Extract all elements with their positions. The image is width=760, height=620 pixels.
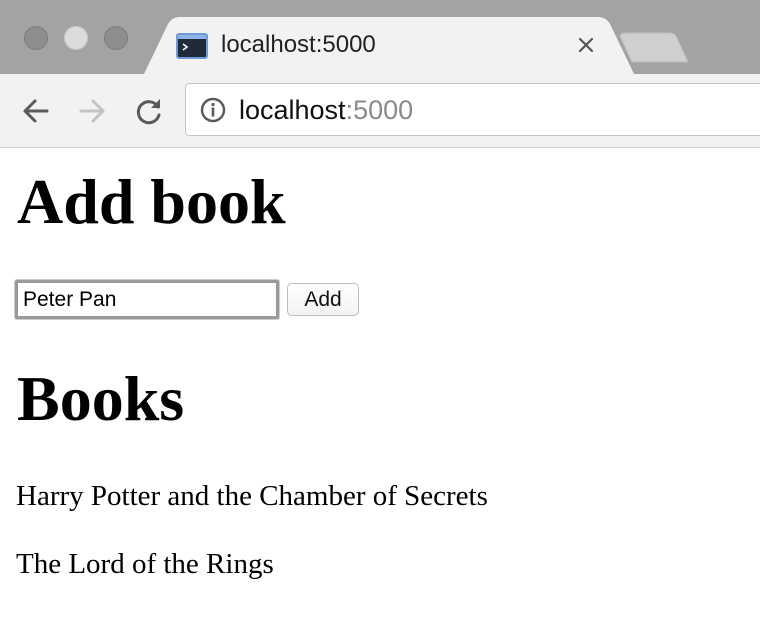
url-text[interactable]: localhost:5000 xyxy=(239,93,413,127)
close-icon[interactable] xyxy=(574,33,598,57)
add-button[interactable]: Add xyxy=(287,283,359,316)
tab-shapes xyxy=(144,17,689,74)
new-tab-button[interactable] xyxy=(619,32,689,63)
browser-toolbar: localhost:5000 xyxy=(0,74,760,148)
info-icon[interactable] xyxy=(200,97,226,123)
tab-title[interactable]: localhost:5000 xyxy=(221,30,376,60)
terminal-icon xyxy=(176,33,208,59)
tab-strip: localhost:5000 xyxy=(0,0,760,74)
books-heading: Books xyxy=(17,363,185,434)
add-book-heading: Add book xyxy=(17,166,286,237)
reload-icon[interactable] xyxy=(133,95,165,127)
page-content: Add book Add Books Harry Potter and the … xyxy=(0,148,760,620)
url-port: :5000 xyxy=(345,95,414,125)
arrow-right-icon[interactable] xyxy=(76,95,108,127)
book-item: The Lord of the Rings xyxy=(16,548,274,580)
book-title-input[interactable] xyxy=(15,280,279,319)
url-host: localhost xyxy=(239,95,346,125)
arrow-left-icon[interactable] xyxy=(20,95,52,127)
book-list: Harry Potter and the Chamber of Secrets … xyxy=(16,478,736,614)
address-bar[interactable]: localhost:5000 xyxy=(185,83,760,136)
book-item: Harry Potter and the Chamber of Secrets xyxy=(16,480,488,512)
active-tab[interactable] xyxy=(144,17,634,74)
